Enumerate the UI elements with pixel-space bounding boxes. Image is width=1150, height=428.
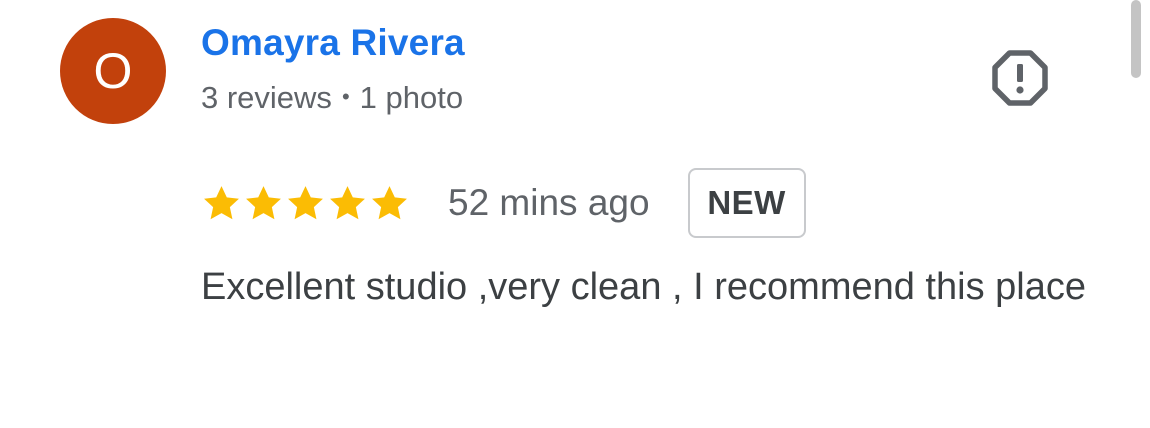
star-icon bbox=[372, 185, 407, 219]
reviewer-meta: 3 reviews • 1 photo bbox=[201, 80, 463, 116]
scrollbar-thumb[interactable] bbox=[1131, 0, 1141, 78]
review-time: 52 mins ago bbox=[448, 182, 650, 223]
reviewer-name[interactable]: Omayra Rivera bbox=[201, 22, 465, 64]
meta-separator: • bbox=[341, 84, 350, 109]
review-text: Excellent studio ,very clean , I recomme… bbox=[201, 266, 1086, 308]
star-icon bbox=[204, 185, 239, 219]
photos-count: 1 photo bbox=[359, 80, 464, 115]
new-badge: NEW bbox=[687, 168, 806, 238]
avatar-initial: O bbox=[93, 43, 133, 99]
star-icon bbox=[330, 185, 365, 219]
avatar[interactable]: O bbox=[60, 18, 166, 124]
reviews-count: 3 reviews bbox=[201, 80, 332, 115]
rating-row: 52 mins ago NEW bbox=[201, 166, 806, 240]
star-icon bbox=[288, 185, 323, 219]
review-card: O Omayra Rivera 3 reviews • 1 photo 52 min… bbox=[0, 0, 1150, 428]
star-icon bbox=[246, 185, 281, 219]
report-flag-octagon-icon bbox=[992, 50, 1048, 106]
star-rating bbox=[201, 183, 410, 224]
report-review-button[interactable] bbox=[990, 48, 1050, 108]
